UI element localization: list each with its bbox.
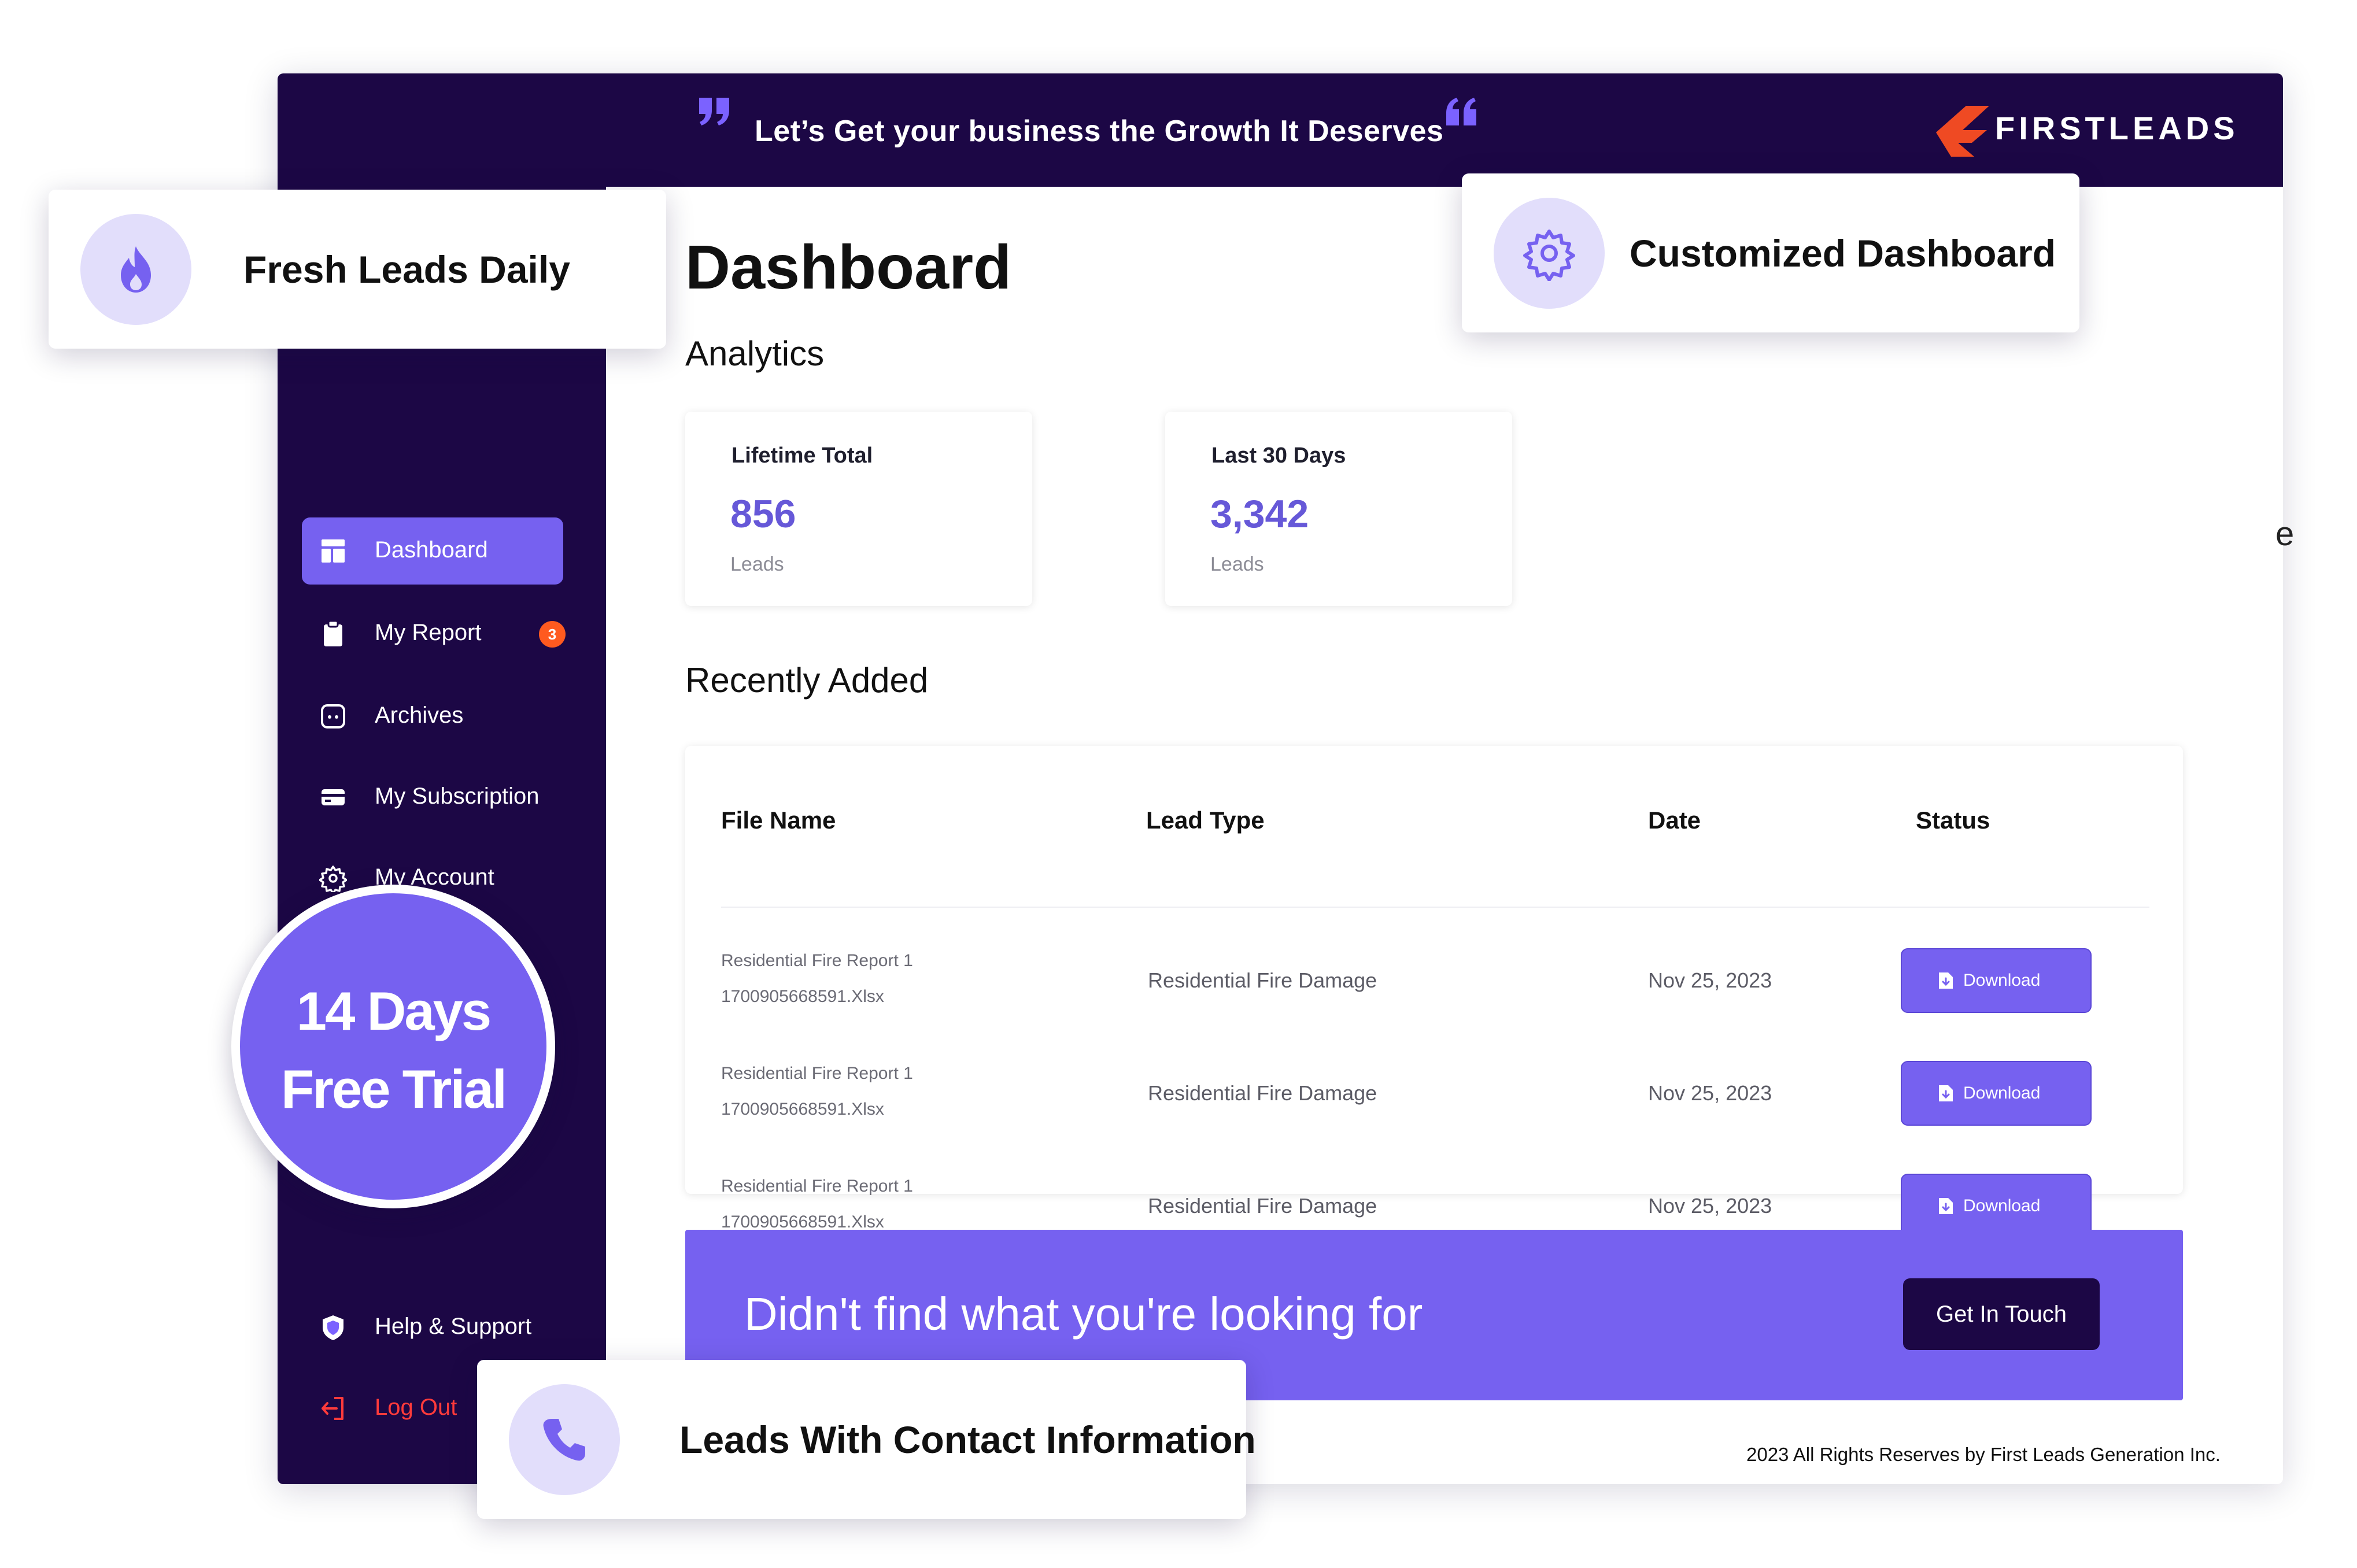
icon-circle: [80, 214, 191, 325]
get-in-touch-button[interactable]: Get In Touch: [1903, 1278, 2100, 1350]
table-row: Residential Fire Report 1 1700905668591.…: [685, 1029, 2183, 1142]
file-name-cell: Residential Fire Report 1: [721, 1064, 913, 1083]
brand-name: FIRSTLEADS: [1995, 110, 2239, 146]
download-label: Download: [1963, 971, 2041, 990]
lead-type-cell: Residential Fire Damage: [1148, 1081, 1377, 1105]
file-id-cell: 1700905668591.Xlsx: [721, 1212, 884, 1232]
sidebar-item-my-report[interactable]: My Report 3: [302, 600, 566, 667]
sidebar-item-my-subscription[interactable]: My Subscription: [302, 764, 563, 831]
logout-icon: [322, 1397, 343, 1420]
shield-icon: [323, 1315, 343, 1340]
sidebar-item-label: Archives: [375, 702, 464, 728]
download-file-icon: [1939, 972, 1953, 989]
column-header-file-name: File Name: [721, 807, 836, 834]
file-id-cell: 1700905668591.Xlsx: [721, 987, 884, 1006]
dashboard-icon: [322, 539, 345, 563]
icon-circle: [1494, 198, 1605, 309]
column-header-date: Date: [1648, 807, 1701, 834]
download-file-icon: [1939, 1198, 1953, 1214]
table-divider: [721, 907, 2149, 908]
open-quote-icon: [699, 98, 729, 125]
stat-unit: Leads: [730, 553, 784, 575]
get-in-touch-label: Get In Touch: [1935, 1301, 2067, 1327]
footer-copyright: 2023 All Rights Reserves by First Leads …: [1746, 1444, 2221, 1465]
file-name-cell: Residential Fire Report 1: [721, 1177, 913, 1196]
download-label: Download: [1963, 1083, 2041, 1103]
credit-card-icon: [322, 789, 345, 805]
page-title: Dashboard: [685, 232, 1012, 302]
stat-unit: Leads: [1210, 553, 1264, 575]
stat-value: 3,342: [1210, 492, 1309, 536]
stat-card-last-30-days: Last 30 Days 3,342 Leads: [1165, 412, 1512, 606]
date-cell: Nov 25, 2023: [1648, 968, 1772, 992]
feature-card-customized-dashboard: Customized Dashboard: [1462, 173, 2079, 332]
lead-type-cell: Residential Fire Damage: [1148, 1194, 1377, 1218]
report-count-badge: 3: [539, 621, 566, 648]
stat-value: 856: [730, 492, 796, 536]
analytics-title: Analytics: [685, 334, 825, 373]
top-banner: Let’s Get your business the Growth It De…: [278, 73, 2283, 187]
file-name-cell: Residential Fire Report 1: [721, 951, 913, 970]
stray-letter: e: [2275, 515, 2295, 553]
download-button[interactable]: Download: [1901, 948, 2092, 1013]
date-cell: Nov 25, 2023: [1648, 1194, 1772, 1218]
sidebar-item-archives[interactable]: Archives: [302, 683, 563, 750]
gear-icon: [319, 866, 347, 892]
table-row: Residential Fire Report 1 1700905668591.…: [685, 916, 2183, 1029]
feature-label: Customized Dashboard: [1630, 232, 2056, 275]
archive-icon: [321, 704, 345, 728]
phone-icon: [543, 1419, 585, 1461]
icon-circle: [509, 1384, 620, 1495]
feature-label: Leads With Contact Information: [679, 1418, 1256, 1461]
download-button[interactable]: Download: [1901, 1061, 2092, 1126]
recently-added-title: Recently Added: [685, 661, 929, 700]
lead-type-cell: Residential Fire Damage: [1148, 968, 1377, 992]
gear-icon: [1523, 230, 1575, 281]
sidebar: Dashboard My Report 3 Archives My Subscr…: [278, 187, 606, 1484]
column-header-status: Status: [1916, 807, 1990, 834]
stat-card-lifetime: Lifetime Total 856 Leads: [685, 412, 1032, 606]
sidebar-item-label: Log Out: [375, 1395, 457, 1420]
download-file-icon: [1939, 1085, 1953, 1101]
header-tagline: Let’s Get your business the Growth It De…: [755, 114, 1444, 148]
close-quote-icon: [1446, 98, 1476, 125]
free-trial-badge: 14 Days Free Trial: [231, 885, 555, 1208]
feature-card-fresh-leads: Fresh Leads Daily: [49, 190, 666, 349]
recent-files-table: File Name Lead Type Date Status Resident…: [685, 746, 2183, 1238]
stat-label: Lifetime Total: [732, 443, 873, 468]
file-id-cell: 1700905668591.Xlsx: [721, 1100, 884, 1119]
trial-free-text: Free Trial: [281, 1059, 507, 1119]
sidebar-item-label: My Report: [375, 620, 482, 645]
sidebar-item-label: Dashboard: [375, 537, 488, 563]
cta-text: Didn't find what you're looking for: [744, 1288, 1423, 1340]
sidebar-item-label: My Subscription: [375, 783, 540, 809]
sidebar-item-dashboard[interactable]: Dashboard: [302, 517, 563, 585]
stat-label: Last 30 Days: [1211, 443, 1346, 468]
flame-icon: [121, 246, 151, 293]
download-button[interactable]: Download: [1901, 1174, 2092, 1238]
date-cell: Nov 25, 2023: [1648, 1081, 1772, 1105]
sidebar-item-label: Help & Support: [375, 1314, 532, 1339]
feature-label: Fresh Leads Daily: [243, 248, 570, 291]
clipboard-icon: [324, 620, 342, 646]
sidebar-item-help-support[interactable]: Help & Support: [302, 1294, 563, 1361]
column-header-lead-type: Lead Type: [1146, 807, 1265, 834]
trial-days-text: 14 Days: [296, 981, 492, 1041]
download-label: Download: [1963, 1196, 2041, 1215]
feature-card-contact-info: Leads With Contact Information: [477, 1360, 1256, 1519]
